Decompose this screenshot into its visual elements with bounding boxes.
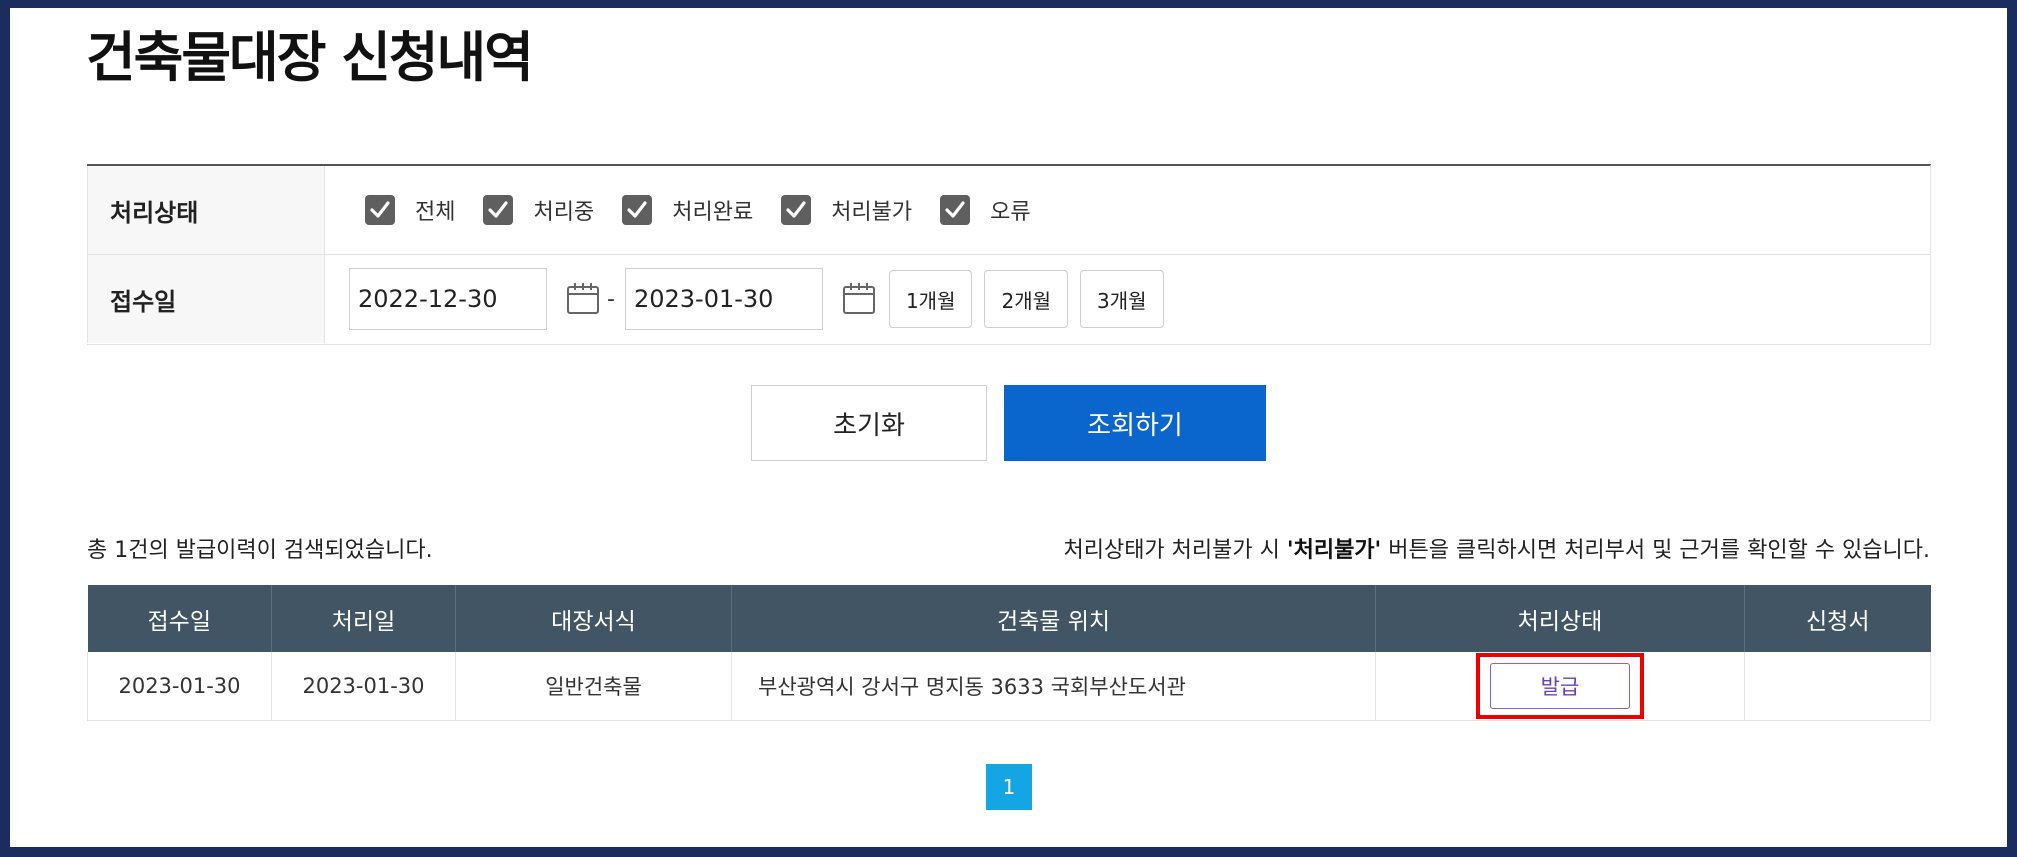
pagination-page-1[interactable]: 1 (986, 764, 1032, 810)
period-1-month-button[interactable]: 1개월 (888, 270, 973, 328)
period-3-month-button[interactable]: 3개월 (1080, 270, 1164, 328)
search-button[interactable]: 조회하기 (1004, 385, 1266, 461)
notice-emphasis: '처리불가' (1286, 538, 1382, 563)
checkbox-label: 처리완료 (672, 200, 754, 225)
processed-date-cell: 2023-01-30 (271, 652, 456, 721)
result-count-text: 총 1건의 발급이력이 검색되었습니다. (87, 538, 433, 563)
page-title: 건축물대장 신청내역 (86, 26, 534, 89)
period-2-month-button[interactable]: 2개월 (984, 270, 1069, 328)
status-checkbox-all[interactable]: 전체 (365, 194, 455, 226)
column-header: 처리일 (271, 585, 456, 652)
form-type-cell: 일반건축물 (455, 652, 732, 721)
status-filter-label: 처리상태 (87, 166, 325, 254)
filter-panel: 처리상태 전체 처리중 처리완료 처리불가 오류 접수일 2022-12-30 … (87, 164, 1931, 345)
status-checkbox-rejected[interactable]: 처리불가 (781, 194, 912, 226)
status-filter-row: 처리상태 전체 처리중 처리완료 처리불가 오류 (87, 166, 1930, 255)
results-table: 접수일 처리일 대장서식 건축물 위치 처리상태 신청서 2023-01-30 … (87, 585, 1931, 721)
status-cell: 발급 (1375, 652, 1745, 721)
reset-button[interactable]: 초기화 (751, 385, 987, 461)
column-header: 건축물 위치 (731, 585, 1376, 652)
received-date-cell: 2023-01-30 (87, 652, 272, 721)
application-cell (1744, 652, 1931, 721)
checkbox-label: 전체 (415, 200, 456, 225)
notice-suffix: 버튼을 클릭하시면 처리부서 및 근거를 확인할 수 있습니다. (1381, 538, 1930, 563)
checkbox-checked-icon[interactable] (940, 195, 971, 225)
status-checkbox-error[interactable]: 오류 (940, 194, 1031, 226)
date-range: - 1개월 2개월 3개월 (349, 255, 1176, 343)
table-row: 2023-01-30 2023-01-30 일반건축물 부산광역시 강서구 명지… (87, 652, 1931, 721)
checkbox-checked-icon[interactable] (483, 195, 514, 225)
checkbox-checked-icon[interactable] (781, 195, 812, 225)
issue-button[interactable]: 발급 (1490, 663, 1630, 709)
date-filter-label: 접수일 (87, 255, 325, 343)
date-separator: - (607, 286, 615, 312)
status-checkbox-group: 전체 처리중 처리완료 처리불가 오류 (365, 166, 1059, 254)
calendar-icon[interactable] (565, 281, 601, 317)
page: 건축물대장 신청내역 처리상태 전체 처리중 처리완료 처리불가 오류 접수일 … (10, 8, 2007, 847)
column-header: 처리상태 (1375, 585, 1745, 652)
status-checkbox-processing[interactable]: 처리중 (483, 194, 594, 226)
notice-text: 처리상태가 처리불가 시 '처리불가' 버튼을 클릭하시면 처리부서 및 근거를… (1063, 532, 1930, 564)
checkbox-checked-icon[interactable] (365, 195, 395, 225)
highlight-box: 발급 (1476, 653, 1644, 719)
checkbox-label: 처리불가 (831, 200, 913, 225)
column-header: 대장서식 (455, 585, 732, 652)
notice-prefix: 처리상태가 처리불가 시 (1063, 538, 1287, 563)
checkbox-checked-icon[interactable] (622, 195, 653, 225)
table-header-row: 접수일 처리일 대장서식 건축물 위치 처리상태 신청서 (87, 585, 1931, 652)
status-checkbox-completed[interactable]: 처리완료 (622, 194, 753, 226)
date-to-input[interactable] (624, 268, 823, 330)
date-from-input[interactable] (349, 268, 547, 330)
date-filter-row: 접수일 - 1개월 2개월 3개월 (87, 255, 1930, 343)
calendar-icon[interactable] (841, 281, 877, 317)
checkbox-label: 처리중 (533, 200, 595, 225)
column-header: 신청서 (1744, 585, 1931, 652)
column-header: 접수일 (87, 585, 272, 652)
checkbox-label: 오류 (990, 200, 1031, 225)
location-cell: 부산광역시 강서구 명지동 3633 국회부산도서관 (731, 652, 1376, 721)
